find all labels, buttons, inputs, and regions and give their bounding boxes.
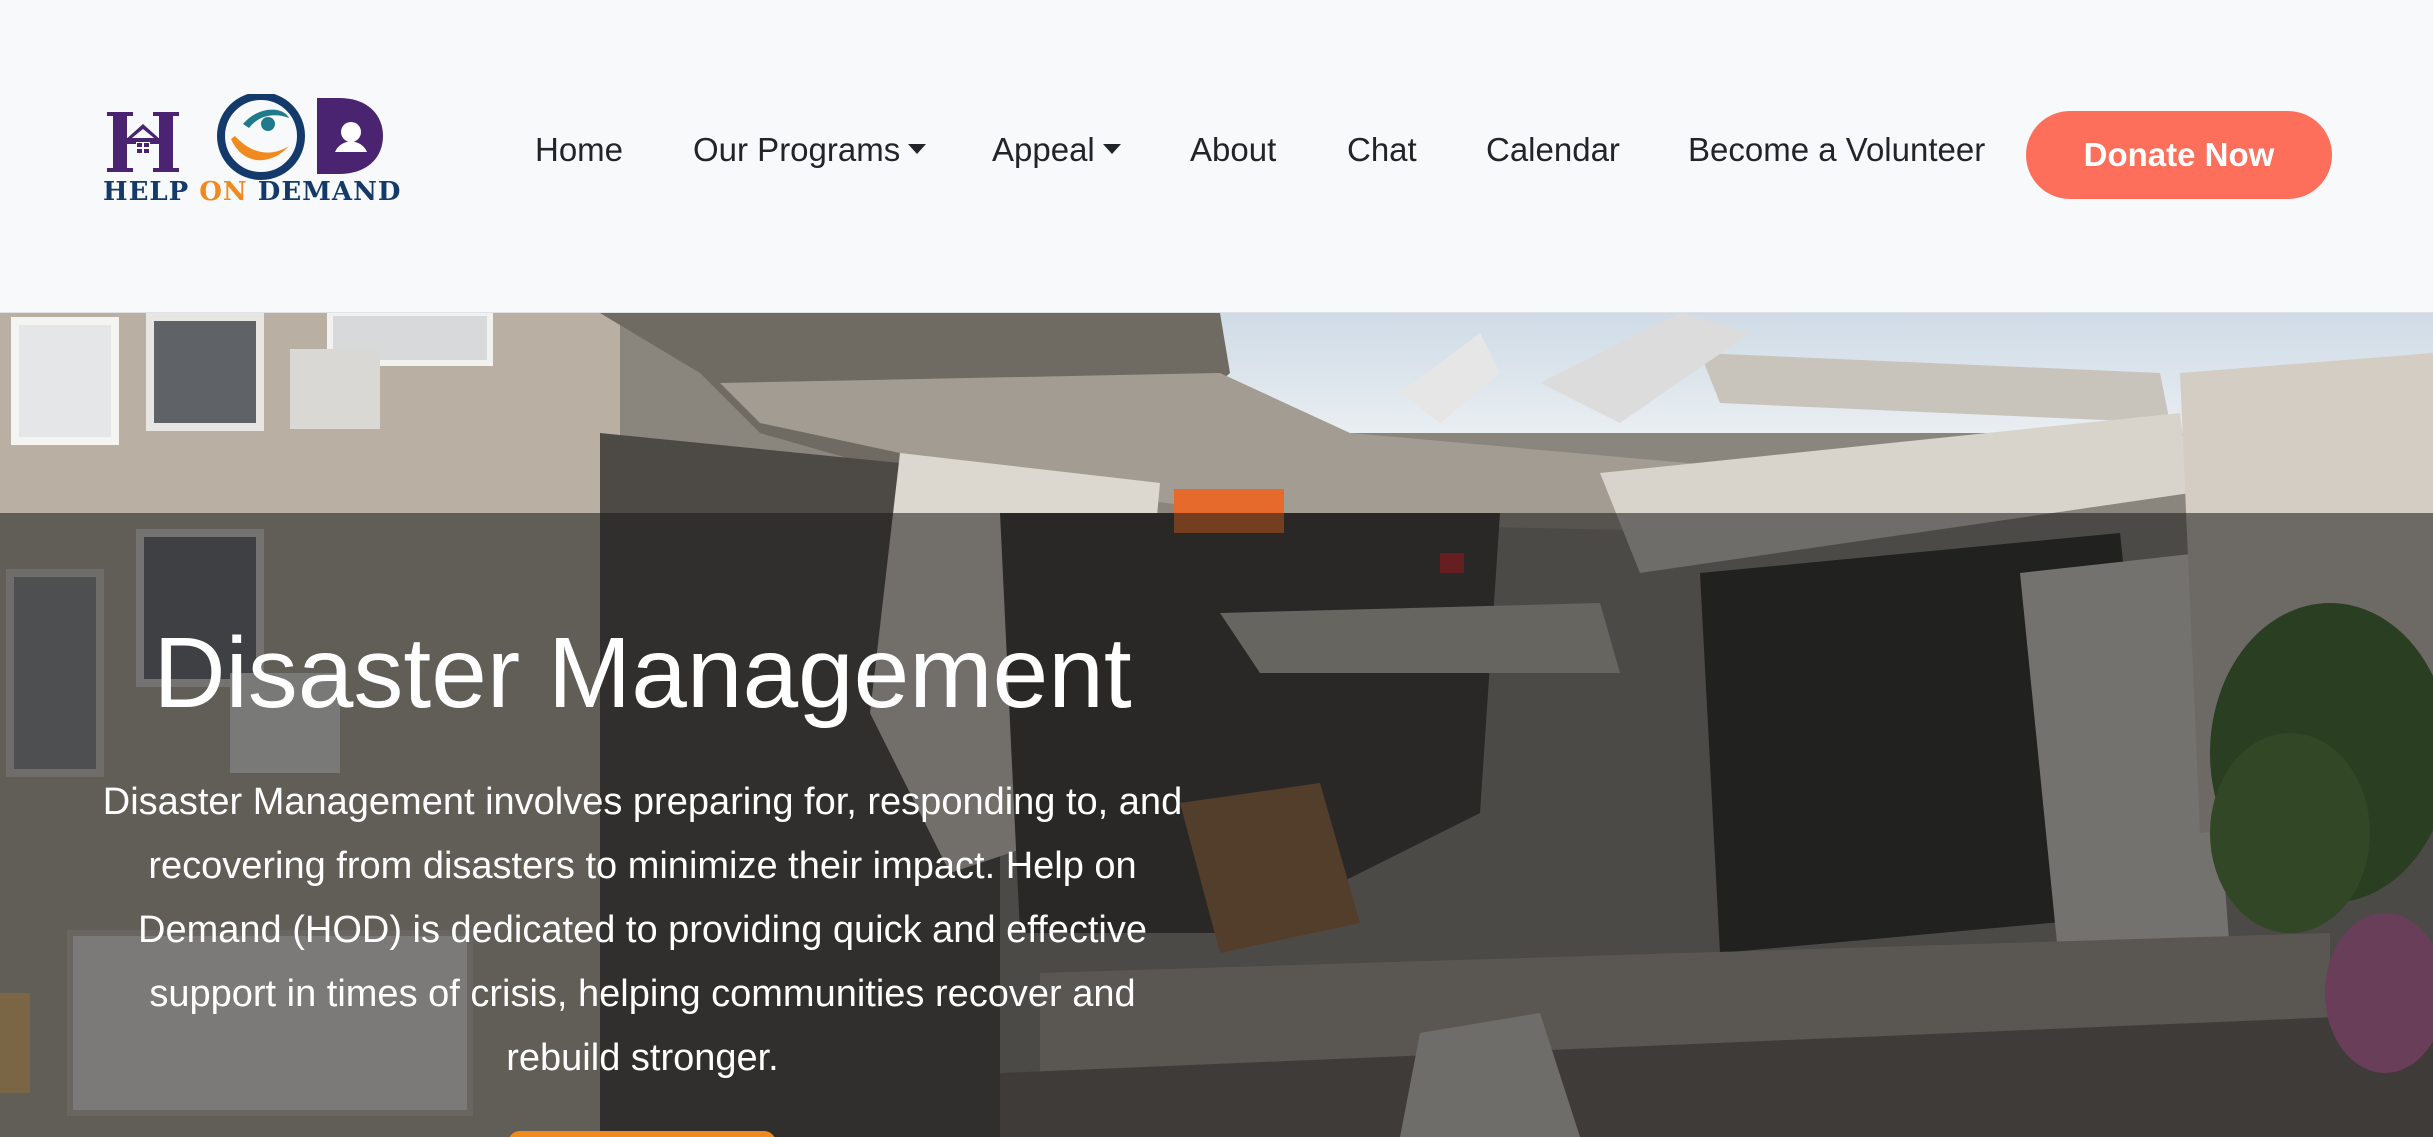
- site-header: HELP ON DEMAND Home Our Programs Appeal …: [0, 0, 2433, 313]
- hero-title: Disaster Management: [153, 617, 1132, 729]
- donate-now-button[interactable]: Donate Now: [2026, 111, 2332, 199]
- nav-our-programs-label: Our Programs: [693, 131, 901, 168]
- nav-calendar[interactable]: Calendar: [1486, 130, 1620, 170]
- nav-about[interactable]: About: [1190, 130, 1276, 170]
- hero-description: Disaster Management involves preparing f…: [102, 781, 1183, 1079]
- nav-appeal[interactable]: Appeal: [992, 130, 1121, 170]
- nav-appeal-label: Appeal: [992, 131, 1095, 168]
- caret-down-icon: [908, 144, 927, 155]
- main-nav: Home Our Programs Appeal About Chat Cale…: [0, 0, 2433, 312]
- hero-action-button[interactable]: [508, 1131, 776, 1137]
- caret-down-icon: [1102, 144, 1121, 155]
- nav-our-programs[interactable]: Our Programs: [693, 130, 927, 170]
- hero-section: Disaster Management Disaster Management …: [0, 313, 2433, 1137]
- nav-chat[interactable]: Chat: [1347, 130, 1417, 170]
- nav-become-volunteer[interactable]: Become a Volunteer: [1688, 130, 1985, 170]
- nav-home[interactable]: Home: [535, 130, 623, 170]
